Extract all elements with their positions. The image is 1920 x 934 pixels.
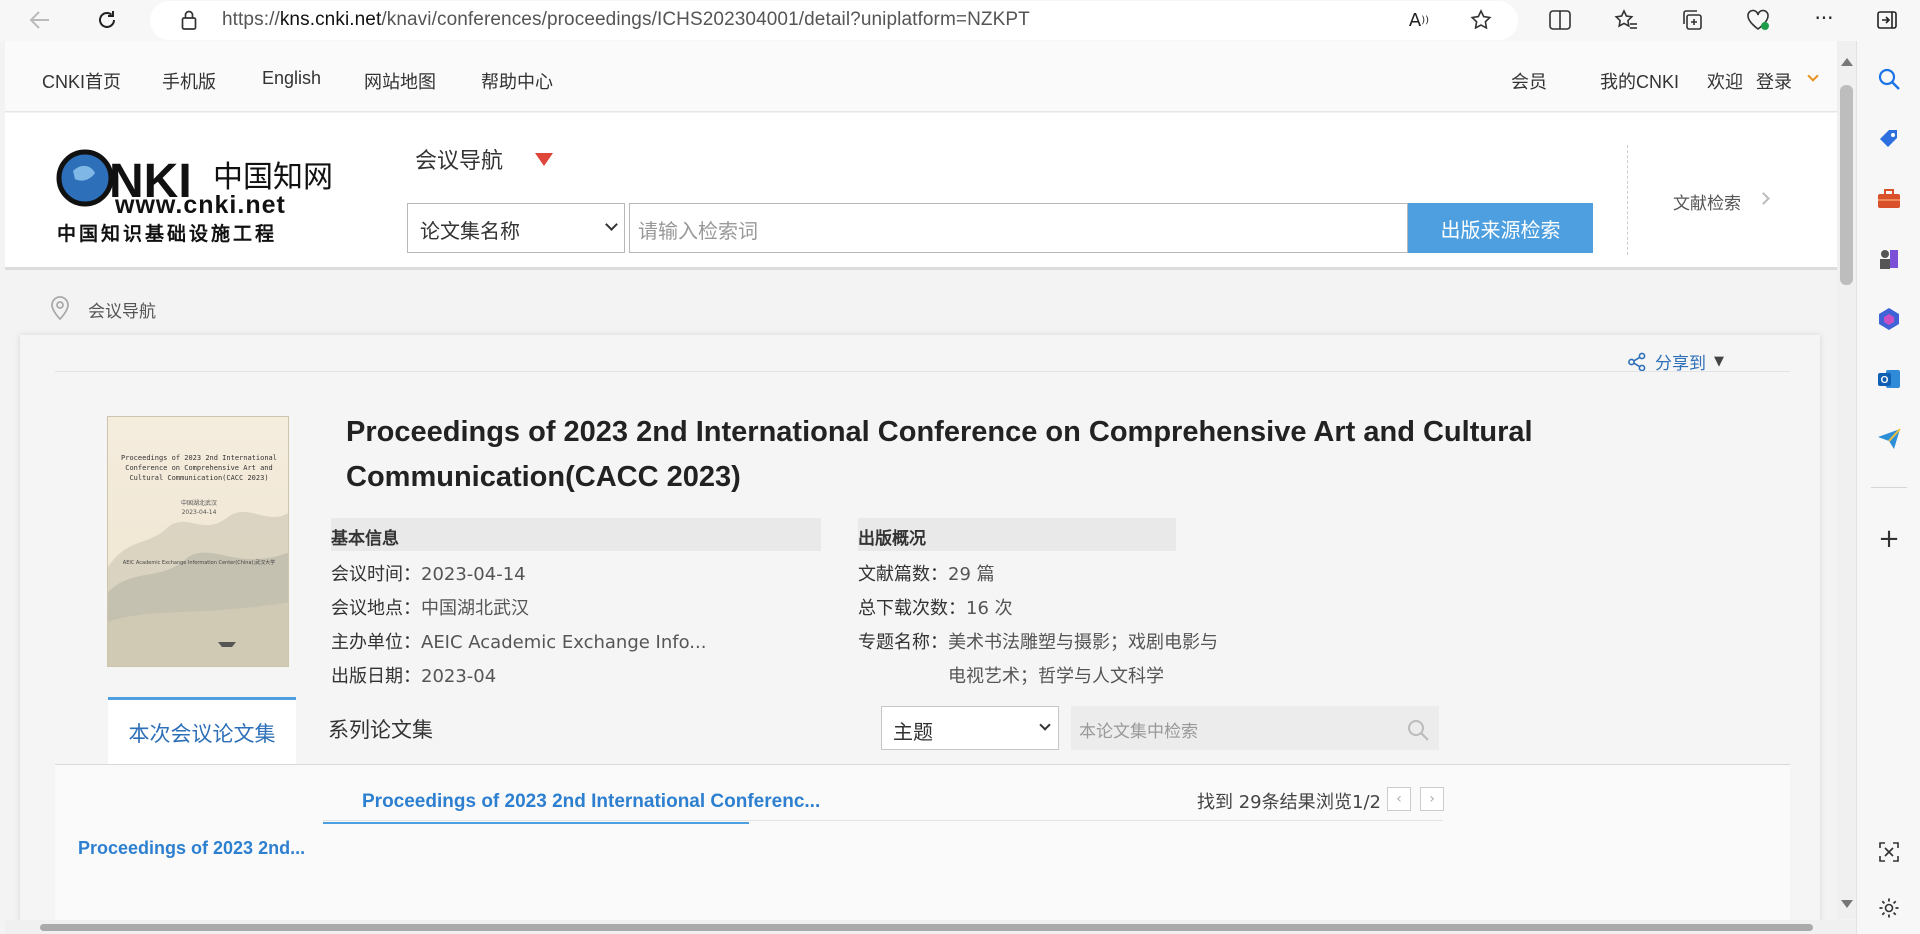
search-input[interactable]: 请输入检索词 bbox=[629, 203, 1408, 253]
publish-date: 出版日期：2023-04 bbox=[331, 666, 497, 687]
edge-sidebar: O + bbox=[1856, 41, 1920, 934]
left-list-item[interactable]: Proceedings of 2023 2nd... bbox=[78, 838, 305, 859]
web-page: CNKI首页 手机版 English 网站地图 帮助中心 会员 我的CNKI 欢… bbox=[5, 41, 1837, 934]
tab-series-proceedings[interactable]: 系列论文集 bbox=[328, 714, 433, 744]
header-divider bbox=[1627, 145, 1628, 255]
cover-title: Proceedings of 2023 2nd International Co… bbox=[121, 454, 277, 482]
search-icon[interactable] bbox=[1406, 718, 1430, 742]
literature-search-link[interactable]: 文献检索 bbox=[1673, 189, 1741, 214]
next-page-button[interactable]: › bbox=[1420, 787, 1444, 811]
logo-url: www.cnki.net bbox=[115, 191, 286, 219]
back-icon[interactable] bbox=[25, 5, 55, 35]
conference-place: 会议地点：中国湖北武汉 bbox=[331, 598, 529, 619]
conference-nav-dropdown-icon[interactable] bbox=[535, 153, 553, 166]
welcome-text: 欢迎 bbox=[1707, 72, 1743, 92]
proceedings-title: Proceedings of 2023 2nd International Co… bbox=[346, 416, 1533, 493]
lock-icon[interactable] bbox=[174, 5, 204, 35]
host-link[interactable]: AEIC Academic Exchange Info... bbox=[421, 632, 706, 653]
settings-gear-icon[interactable] bbox=[1875, 894, 1903, 922]
pub-overview-heading: 出版概况 bbox=[858, 518, 1176, 551]
cover-meta: 中国湖北武汉 2023-04-14 bbox=[180, 500, 217, 516]
read-aloud-icon[interactable]: A)) bbox=[1404, 5, 1434, 35]
scroll-down-icon[interactable] bbox=[1841, 900, 1853, 908]
login-dropdown-icon[interactable] bbox=[1807, 70, 1819, 82]
chevron-right-icon[interactable] bbox=[1757, 192, 1770, 205]
prev-page-button[interactable]: ‹ bbox=[1387, 787, 1411, 811]
share-icon bbox=[1628, 352, 1646, 371]
top-navigation: CNKI首页 手机版 English 网站地图 帮助中心 会员 我的CNKI 欢… bbox=[5, 41, 1837, 112]
nav-site-map[interactable]: 网站地图 bbox=[364, 68, 436, 94]
basic-info-heading: 基本信息 bbox=[331, 518, 821, 551]
nav-help-center[interactable]: 帮助中心 bbox=[481, 68, 553, 94]
sidebar-toggle-icon[interactable] bbox=[1872, 5, 1902, 35]
result-count: 找到 29条结果 bbox=[1197, 792, 1316, 813]
card-divider bbox=[55, 371, 1790, 372]
proceedings-subtab[interactable]: Proceedings of 2023 2nd International Co… bbox=[362, 791, 820, 813]
favorite-star-icon[interactable] bbox=[1466, 5, 1496, 35]
nav-mobile[interactable]: 手机版 bbox=[162, 68, 216, 94]
conference-nav-label[interactable]: 会议导航 bbox=[415, 143, 503, 175]
vertical-scrollbar-thumb[interactable] bbox=[1840, 85, 1853, 285]
chevron-down-icon bbox=[1039, 719, 1051, 731]
proceedings-card: 分享到 ▼ Proceedings of 2023 2nd Internatio… bbox=[20, 335, 1820, 934]
nav-english[interactable]: English bbox=[262, 68, 321, 89]
login-link[interactable]: 登录 bbox=[1756, 68, 1792, 94]
screenshot-icon[interactable] bbox=[1875, 838, 1903, 866]
tools-briefcase-icon[interactable] bbox=[1875, 185, 1903, 213]
games-chess-icon[interactable] bbox=[1875, 245, 1903, 273]
refresh-icon[interactable] bbox=[92, 5, 122, 35]
cnki-logo[interactable]: NKI 中国知网 www.cnki.net 中国知识基础设施工程 bbox=[53, 141, 333, 245]
nav-cnki-home[interactable]: CNKI首页 bbox=[42, 68, 121, 94]
conference-time: 会议时间：2023-04-14 bbox=[331, 564, 526, 585]
active-subtab-underline bbox=[323, 822, 749, 824]
search-field-select[interactable]: 论文集名称 bbox=[407, 203, 625, 253]
source-search-button[interactable]: 出版来源检索 bbox=[1408, 203, 1593, 253]
browser-essentials-icon[interactable] bbox=[1743, 5, 1773, 35]
within-proceedings-search-input[interactable]: 本论文集中检索 bbox=[1071, 706, 1439, 750]
sub-tab-divider bbox=[323, 820, 1443, 821]
search-field-selected: 论文集名称 bbox=[420, 219, 520, 243]
results-panel bbox=[55, 765, 1790, 934]
search-scope-select[interactable]: 主题 bbox=[881, 706, 1059, 750]
nav-member[interactable]: 会员 bbox=[1511, 68, 1547, 94]
tab-current-proceedings[interactable]: 本次会议论文集 bbox=[108, 697, 296, 765]
topic-name: 专题名称：美术书法雕塑与摄影；戏剧电影与 bbox=[858, 632, 1218, 653]
site-header: NKI 中国知网 www.cnki.net 中国知识基础设施工程 会议导航 论文… bbox=[5, 113, 1837, 270]
send-icon[interactable] bbox=[1875, 425, 1903, 453]
chevron-down-icon bbox=[605, 218, 618, 231]
search-scope-selected: 主题 bbox=[893, 720, 933, 744]
scroll-up-icon[interactable] bbox=[1841, 58, 1853, 66]
horizontal-scrollbar-thumb[interactable] bbox=[40, 924, 1813, 931]
microsoft-365-icon[interactable] bbox=[1875, 305, 1903, 333]
document-count: 文献篇数：29 篇 bbox=[858, 564, 995, 585]
more-menu-icon[interactable]: ··· bbox=[1809, 3, 1839, 33]
nav-my-cnki[interactable]: 我的CNKI bbox=[1600, 68, 1679, 94]
split-screen-icon[interactable] bbox=[1545, 5, 1575, 35]
caret-down-icon: ▼ bbox=[1714, 354, 1724, 369]
url-text[interactable]: https://kns.cnki.net/knavi/conferences/p… bbox=[222, 9, 1030, 31]
logo-subtitle: 中国知识基础设施工程 bbox=[57, 223, 278, 245]
browser-toolbar: https://kns.cnki.net/knavi/conferences/p… bbox=[0, 0, 1920, 41]
add-icon[interactable]: + bbox=[1875, 524, 1903, 554]
cover-publisher: AEIC Academic Exchange Information Cente… bbox=[122, 560, 276, 566]
shopping-tag-icon[interactable] bbox=[1875, 125, 1903, 153]
proceedings-cover-image[interactable]: Proceedings of 2023 2nd International Co… bbox=[107, 416, 289, 667]
total-downloads: 总下载次数：16 次 bbox=[858, 598, 1013, 619]
conference-host: 主办单位：AEIC Academic Exchange Info... bbox=[331, 632, 707, 653]
location-pin-icon bbox=[51, 296, 69, 321]
search-icon[interactable] bbox=[1875, 65, 1903, 93]
breadcrumb[interactable]: 会议导航 bbox=[88, 297, 156, 322]
collections-icon[interactable] bbox=[1677, 5, 1707, 35]
svg-text:中国知网: 中国知网 bbox=[213, 160, 333, 195]
svg-text:O: O bbox=[1881, 375, 1889, 386]
favorites-icon[interactable] bbox=[1611, 5, 1641, 35]
page-indicator: 浏览1/2 bbox=[1316, 792, 1381, 813]
tabs-divider bbox=[55, 764, 1790, 765]
outlook-icon[interactable]: O bbox=[1875, 365, 1903, 393]
sidebar-divider bbox=[1871, 487, 1907, 488]
topic-name-continued: 电视艺术；哲学与人文科学 bbox=[948, 666, 1164, 687]
